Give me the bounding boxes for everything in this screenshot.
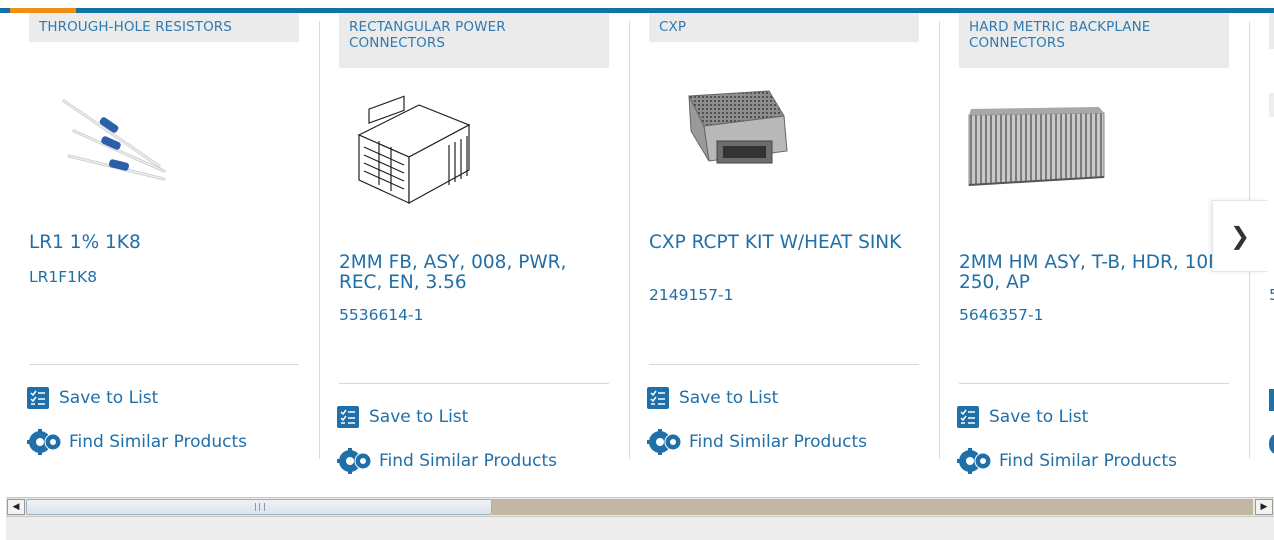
checklist-icon [27,387,49,409]
gears-icon [647,429,683,455]
triangle-left-icon: ◀ [12,502,20,512]
save-to-list-button[interactable]: Save to List [27,385,158,411]
gears-icon[interactable] [1269,433,1274,455]
product-image[interactable] [959,85,1229,235]
find-similar-button[interactable]: Find Similar Products [27,429,247,455]
category-label[interactable] [1269,13,1274,49]
save-to-list-button[interactable]: Save to List [647,385,778,411]
find-similar-label: Find Similar Products [999,451,1177,471]
product-image[interactable] [1269,93,1274,117]
page-footer-area [6,517,1274,540]
product-name[interactable]: 2MM HM ASY, T-B, HDR, 10R, 250, AP [959,253,1229,293]
product-carousel: THROUGH-HOLE RESISTORS LR1 1% 1K8 LR1F1K… [10,13,1274,497]
product-name[interactable]: LR1 1% 1K8 [29,233,299,253]
save-to-list-label: Save to List [679,388,779,408]
product-name[interactable]: CXP RCPT KIT W/HEAT SINK [649,233,919,253]
scroll-right-button[interactable]: ▶ [1255,499,1273,515]
find-similar-button[interactable]: Find Similar Products [647,429,867,455]
find-similar-button[interactable]: Find Similar Products [337,448,557,474]
checklist-icon [647,387,669,409]
triangle-right-icon: ▶ [1260,502,1268,512]
part-number[interactable]: 5 [1269,285,1274,305]
carousel-next-button[interactable]: ❯ [1212,200,1267,272]
find-similar-button[interactable]: Find Similar Products [957,448,1177,474]
product-image[interactable] [649,71,919,221]
gears-icon [957,448,993,474]
find-similar-label: Find Similar Products [379,451,557,471]
product-card: CXP CXP RCPT KIT W/HEAT SINK 2149157-1 S… [630,13,940,471]
scroll-left-button[interactable]: ◀ [7,499,25,515]
find-similar-label: Find Similar Products [689,432,867,452]
part-number[interactable]: 5536614-1 [339,305,424,325]
grip-icon [255,503,265,511]
part-number[interactable]: LR1F1K8 [29,267,97,287]
save-to-list-button[interactable]: Save to List [957,404,1088,430]
category-label[interactable]: CXP [649,13,919,42]
gears-icon [337,448,373,474]
save-to-list-label: Save to List [369,407,469,427]
save-to-list-label: Save to List [989,407,1089,427]
product-card: HARD METRIC BACKPLANE CONNECTORS 2MM HM … [940,13,1250,474]
checklist-icon [337,406,359,428]
checklist-icon[interactable] [1269,389,1274,411]
product-name[interactable]: 2MM FB, ASY, 008, PWR, REC, EN, 3.56 [339,253,609,293]
category-label[interactable]: HARD METRIC BACKPLANE CONNECTORS [959,13,1229,68]
chevron-right-icon: ❯ [1229,222,1251,250]
category-label[interactable]: THROUGH-HOLE RESISTORS [29,13,299,42]
save-to-list-button[interactable]: Save to List [337,404,468,430]
part-number[interactable]: 5646357-1 [959,305,1044,325]
divider [649,364,919,365]
save-to-list-label: Save to List [59,388,159,408]
divider [29,364,299,365]
checklist-icon [957,406,979,428]
product-image[interactable] [29,71,299,221]
product-image[interactable] [339,85,609,235]
divider [959,383,1229,384]
horizontal-scrollbar[interactable]: ◀ ▶ [6,497,1274,517]
product-card: RECTANGULAR POWER CONNECTORS 2MM FB, ASY… [320,13,630,474]
scrollbar-track[interactable] [492,499,1253,515]
part-number[interactable]: 2149157-1 [649,285,734,305]
product-card: THROUGH-HOLE RESISTORS LR1 1% 1K8 LR1F1K… [10,13,320,471]
divider [339,383,609,384]
find-similar-label: Find Similar Products [69,432,247,452]
category-label[interactable]: RECTANGULAR POWER CONNECTORS [339,13,609,68]
gears-icon [27,429,63,455]
scrollbar-thumb[interactable] [26,499,492,515]
